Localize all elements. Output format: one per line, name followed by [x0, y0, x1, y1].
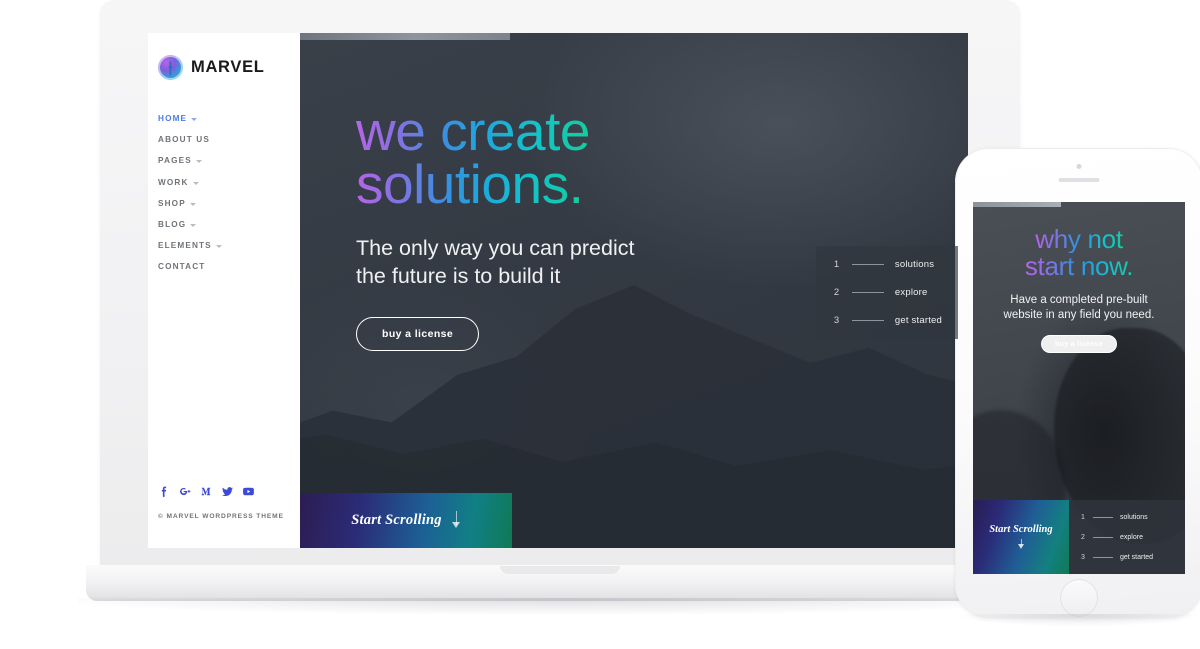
phone-home-button[interactable] [1060, 579, 1098, 617]
step-label: explore [894, 287, 928, 298]
phone-step-item-1[interactable]: 1 solutions [1081, 514, 1179, 521]
steps-list: 1 solutions 2 explore 3 get started [815, 246, 958, 339]
phone-subheading: Have a completed pre-built website in an… [983, 293, 1175, 324]
laptop-notch [500, 566, 620, 574]
nav-item-blog[interactable]: BLOG [158, 214, 300, 235]
phone-start-scrolling-label: Start Scrolling [989, 524, 1053, 535]
step-number: 1 [833, 259, 840, 270]
step-item-2[interactable]: 2 explore [834, 287, 942, 298]
chevron-down-icon [1017, 539, 1025, 550]
nav-item-label: ELEMENTS [158, 241, 212, 251]
step-number: 2 [1081, 533, 1085, 541]
sidebar: MARVEL HOME ABOUT US PAGES WORK SHOP BLO… [148, 33, 300, 548]
phone-steps-list: 1 solutions 2 explore 3 get started [1069, 500, 1185, 574]
phone-headline-line-2: start now. [1024, 251, 1134, 282]
step-divider [851, 320, 884, 321]
phone-buy-a-license-button[interactable]: buy a license [1041, 335, 1117, 354]
start-scrolling-label: Start Scrolling [351, 512, 442, 528]
step-label: get started [1120, 553, 1154, 561]
laptop-shadow [78, 598, 1044, 614]
chevron-down-icon [191, 118, 198, 122]
headline-line-2: solutions. [356, 153, 584, 216]
phone-hero-content: why not start now. Have a completed pre-… [973, 202, 1185, 354]
start-scrolling-bar[interactable]: Start Scrolling [300, 493, 512, 548]
youtube-icon[interactable] [242, 485, 255, 498]
nav-item-home[interactable]: HOME [158, 108, 300, 129]
brand[interactable]: MARVEL [158, 55, 300, 80]
nav-item-label: ABOUT US [158, 135, 210, 145]
step-label: get started [894, 315, 942, 326]
step-divider [1093, 516, 1113, 518]
headline-line-1: we create [356, 100, 590, 162]
step-label: solutions [1120, 513, 1148, 521]
phone-shadow [961, 614, 1197, 626]
laptop-screen: MARVEL HOME ABOUT US PAGES WORK SHOP BLO… [148, 33, 968, 548]
nav-item-label: BLOG [158, 220, 187, 230]
nav-item-label: PAGES [158, 156, 192, 166]
facebook-icon[interactable] [158, 485, 171, 498]
brand-name: MARVEL [191, 58, 265, 76]
buy-a-license-button[interactable]: buy a license [356, 316, 480, 351]
nav-item-label: SHOP [158, 198, 186, 208]
step-number: 1 [1081, 513, 1085, 521]
laptop-mockup: MARVEL HOME ABOUT US PAGES WORK SHOP BLO… [78, 0, 1044, 614]
nav-item-label: CONTACT [158, 262, 206, 272]
phone-subhead-line-2: website in any field you need. [1003, 309, 1155, 321]
copyright: © MARVEL WORDPRESS THEME [158, 513, 284, 520]
social-links [158, 485, 255, 498]
phone-speaker [1058, 178, 1100, 182]
nav-item-label: WORK [158, 177, 189, 187]
marvel-statue-logo-icon [158, 55, 183, 80]
nav-item-about-us[interactable]: ABOUT US [158, 129, 300, 150]
phone-mockup: why not start now. Have a completed pre-… [955, 148, 1200, 626]
phone-start-scrolling-bar[interactable]: Start Scrolling [973, 500, 1069, 574]
nav-item-shop[interactable]: SHOP [158, 193, 300, 214]
google-plus-icon[interactable] [179, 485, 192, 498]
phone-bottom-bar: Start Scrolling 1 solutions 2 explore 3 [973, 500, 1185, 574]
chevron-down-icon [215, 245, 222, 249]
nav-item-label: HOME [158, 114, 188, 124]
phone-camera-icon [1076, 164, 1082, 169]
subhead-line-1: The only way you can predict [356, 235, 635, 260]
medium-icon[interactable] [200, 485, 213, 498]
phone-step-item-2[interactable]: 2 explore [1081, 534, 1179, 541]
chevron-down-icon [192, 181, 199, 185]
phone-screen: why not start now. Have a completed pre-… [973, 202, 1185, 574]
step-divider [1093, 556, 1113, 558]
phone-headline-line-1: why not [1035, 224, 1123, 254]
phone-subhead-line-1: Have a completed pre-built [1010, 293, 1148, 306]
step-divider [851, 264, 884, 265]
step-divider [851, 292, 884, 293]
step-number: 3 [1081, 553, 1085, 561]
page-title: we create solutions. [356, 100, 968, 216]
chevron-down-icon [452, 510, 461, 531]
step-number: 2 [833, 287, 840, 298]
nav-item-pages[interactable]: PAGES [158, 150, 300, 171]
step-item-1[interactable]: 1 solutions [834, 259, 942, 270]
chevron-down-icon [189, 202, 196, 206]
chevron-down-icon [190, 224, 197, 228]
phone-step-item-3[interactable]: 3 get started [1081, 554, 1179, 561]
subhead-line-2: the future is to build it [356, 264, 561, 289]
main-nav: HOME ABOUT US PAGES WORK SHOP BLOG ELEME… [158, 108, 300, 278]
chevron-down-icon [195, 160, 202, 164]
phone-page-title: why not start now. [983, 224, 1175, 282]
step-item-3[interactable]: 3 get started [834, 315, 942, 326]
step-divider [1093, 536, 1113, 538]
step-number: 3 [833, 315, 840, 326]
step-label: explore [1120, 533, 1143, 541]
nav-item-contact[interactable]: CONTACT [158, 256, 300, 277]
step-label: solutions [894, 259, 935, 270]
nav-item-elements[interactable]: ELEMENTS [158, 235, 300, 256]
twitter-icon[interactable] [221, 485, 234, 498]
nav-item-work[interactable]: WORK [158, 172, 300, 193]
hero-section: we create solutions. The only way you ca… [300, 33, 968, 548]
